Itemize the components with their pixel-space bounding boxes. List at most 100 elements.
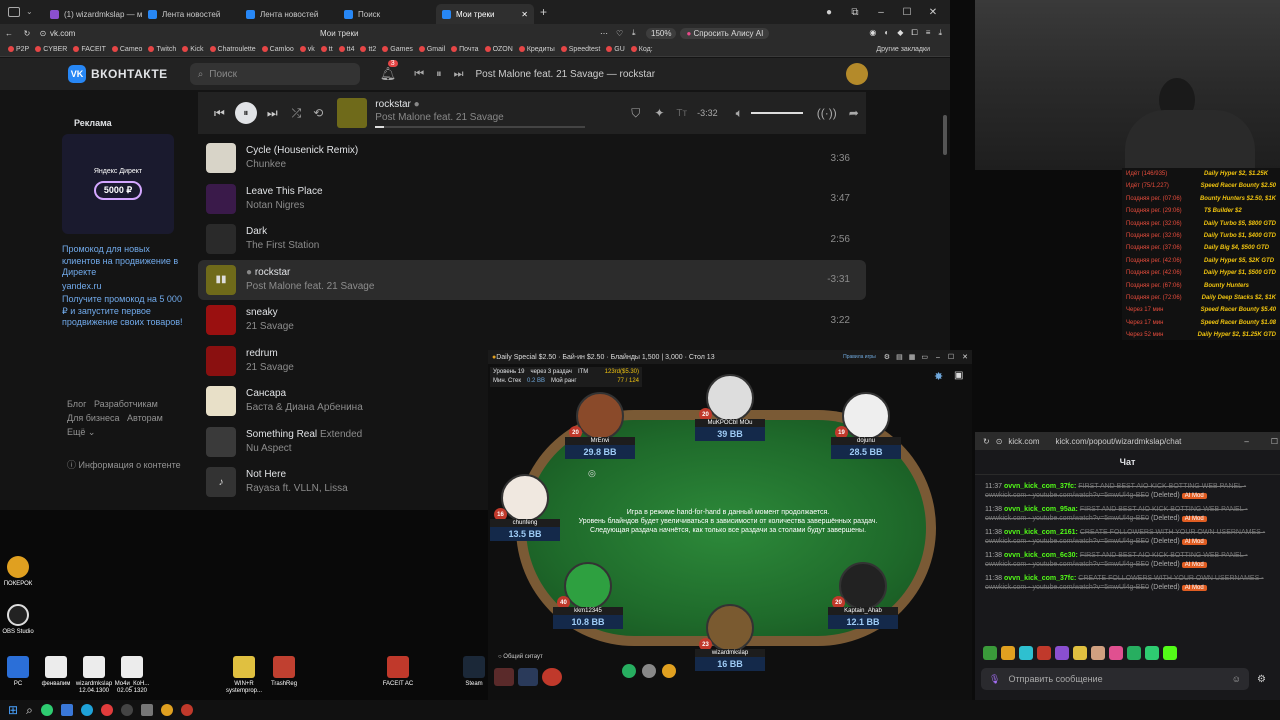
desktop-icon[interactable]: Мо4и_КоН... 02.05 1320 [110, 656, 154, 695]
chat-message[interactable]: 11:37 ovvn_kick_com_37fc: FIRST AND BEST… [975, 483, 1280, 500]
tab-2[interactable]: Лента новостей [142, 4, 240, 24]
tab-5[interactable]: Мои треки ✕ [436, 4, 534, 24]
url-field[interactable]: vk.com [50, 29, 320, 38]
download-icon[interactable]: ⤓ [938, 28, 942, 38]
ad-image[interactable]: Яндекс Директ 5000 ₽ [62, 134, 174, 234]
bookmark-item[interactable]: Код: [630, 46, 653, 53]
player-avatar[interactable] [842, 392, 890, 440]
desktop-icon[interactable]: FACEIT AC [376, 656, 420, 688]
emote-icon[interactable] [1091, 646, 1105, 660]
bookmark-item[interactable]: Speedtest [560, 46, 600, 53]
zoom-indicator[interactable]: 150% [646, 27, 677, 39]
tournament-row[interactable]: Через 17 мин Speed Racer Bounty $1.08 [1126, 317, 1276, 329]
prev-icon[interactable]: ⏮ [414, 68, 424, 81]
gear-icon[interactable]: ✸ [934, 370, 943, 383]
bookmark-item[interactable]: OZON [484, 46, 513, 53]
player-seat[interactable]: 20 MuKPOCbI MOu 39 BB [695, 374, 765, 441]
back-icon[interactable]: ← [0, 29, 18, 38]
player-seat[interactable]: 19 dojunu 28.5 BB [831, 392, 901, 459]
track-row[interactable]: Dark The First Station 2:56 [198, 219, 866, 260]
emote-icon[interactable] [983, 646, 997, 660]
bookmark-item[interactable]: Кредиты [518, 46, 555, 53]
kick-url[interactable]: kick.com/popout/wizardmkslap/chat [1056, 437, 1182, 446]
emoji-icon[interactable] [622, 664, 636, 678]
track-cover[interactable] [206, 426, 236, 457]
more-link[interactable]: Ещё [67, 427, 85, 437]
close-icon[interactable]: ✕ [521, 10, 528, 19]
message-user[interactable]: ovvn_kick_com_37fc: [1004, 483, 1076, 490]
emote-icon[interactable] [1145, 646, 1159, 660]
dev-link[interactable]: Разработчикам [94, 399, 158, 409]
player-avatar[interactable] [706, 604, 754, 652]
blog-link[interactable]: Блог [67, 399, 86, 409]
player-avatar[interactable] [706, 374, 754, 422]
yandex-browser-icon[interactable] [100, 704, 113, 716]
pause-icon[interactable]: ⏸ [436, 68, 442, 81]
bookmark-item[interactable]: CYBER [35, 46, 67, 53]
menu-icon[interactable]: ≡ [926, 28, 931, 38]
track-cover[interactable] [206, 183, 236, 214]
tab-3[interactable]: Лента новостей [240, 4, 338, 24]
app-icon[interactable] [120, 704, 133, 716]
desktop-icon-obs[interactable]: OBS Studio [0, 604, 40, 636]
profile-icon[interactable]: ● [818, 7, 840, 18]
obs-icon[interactable] [180, 704, 193, 716]
message-user[interactable]: ovvn_kick_com_37fc: [1004, 575, 1076, 582]
tab-4[interactable]: Поиск [338, 4, 436, 24]
player-artist[interactable]: Post Malone feat. 21 Savage [375, 111, 595, 124]
ad-domain[interactable]: yandex.ru [62, 281, 187, 293]
bookmark-item[interactable]: tt4 [338, 46, 354, 53]
emote-icon[interactable] [1055, 646, 1069, 660]
close-icon[interactable]: ✕ [962, 353, 968, 361]
bookmark-item[interactable]: tt [320, 46, 333, 53]
track-row[interactable]: ▮▮ ● rockstar Post Malone feat. 21 Savage… [198, 259, 866, 300]
desktop-icon[interactable]: TrashReg [262, 656, 306, 688]
reload-icon[interactable]: ↻ [983, 437, 990, 446]
maximize-icon[interactable]: ☐ [948, 353, 954, 361]
minimize-icon[interactable]: – [870, 7, 892, 18]
minimize-icon[interactable]: – [1244, 437, 1248, 446]
track-title[interactable]: Dark [246, 225, 831, 239]
player-seat[interactable]: 20 MrEnvi 29.8 BB [565, 392, 635, 459]
chat-message[interactable]: 11:38 ovvn_kick_com_2161: CREATE FOLLOWE… [975, 529, 1280, 546]
maximize-icon[interactable]: ☐ [1271, 437, 1278, 446]
emote-icon[interactable] [1037, 646, 1051, 660]
edge-icon[interactable] [80, 704, 93, 716]
volume-slider[interactable] [750, 112, 803, 114]
tournament-row[interactable]: Поздняя рег. (32:06) Daily Turbo $1, $400… [1126, 230, 1276, 242]
bookmark-item[interactable]: Chatroulette [209, 46, 256, 53]
bookmark-item[interactable]: tt2 [360, 46, 376, 53]
windows-start-icon[interactable]: ⊞ [8, 703, 18, 717]
reload-icon[interactable]: ↻ [18, 29, 36, 38]
player-avatar[interactable] [564, 562, 612, 610]
track-title[interactable]: Leave This Place [246, 185, 831, 199]
tournament-row[interactable]: Идёт (146/935) Daily Hyper $2, $1.25K [1126, 168, 1276, 180]
tournament-row[interactable]: Поздняя рег. (67:06) Bounty Hunters [1126, 280, 1276, 292]
chat-message[interactable]: 11:38 ovvn_kick_com_95aa: FIRST AND BEST… [975, 506, 1280, 523]
track-artist[interactable]: Post Malone feat. 21 Savage [246, 280, 827, 294]
search-input[interactable]: ⌕ Поиск [189, 63, 360, 85]
message-user[interactable]: ovvn_kick_com_2161: [1004, 529, 1078, 536]
app-icon[interactable] [40, 704, 53, 716]
broadcast-icon[interactable]: ((·)) [817, 106, 837, 120]
track-cover[interactable] [206, 345, 236, 376]
sparkle-icon[interactable]: ✦ [654, 106, 664, 120]
track-artist[interactable]: Notan Nigres [246, 199, 831, 213]
player-seat[interactable]: 40 kkm12345 10.8 BB [553, 562, 623, 629]
bookmark-item[interactable]: FACEIT [73, 46, 106, 53]
app-icon[interactable] [140, 704, 153, 716]
track-row[interactable]: Cycle (Housenick Remix) Chunkee 3:36 [198, 138, 866, 179]
layout-icon[interactable]: ▦ [909, 353, 916, 361]
track-row[interactable]: sneaky 21 Savage 3:22 [198, 300, 866, 341]
tournament-row[interactable]: Через 17 мин Speed Racer Bounty $5.40 [1126, 304, 1276, 316]
business-link[interactable]: Для бизнеса [67, 413, 120, 423]
chat-input[interactable]: 🎙︎ Отправить сообщение ☺ [981, 668, 1249, 690]
chat-bubble-icon[interactable] [642, 664, 656, 678]
next-icon[interactable]: ⏭ [454, 68, 464, 81]
emote-icon[interactable] [1073, 646, 1087, 660]
tournament-row[interactable]: Через 52 мин Daily Hyper $2, $1.25K GTD [1126, 329, 1276, 341]
vk-logo[interactable]: VK ВКОНТАКТЕ [68, 65, 168, 83]
chat-message[interactable]: 11:38 ovvn_kick_com_37fc: CREATE FOLLOWE… [975, 575, 1280, 592]
player-avatar[interactable] [501, 474, 549, 522]
track-cover[interactable] [206, 386, 236, 417]
